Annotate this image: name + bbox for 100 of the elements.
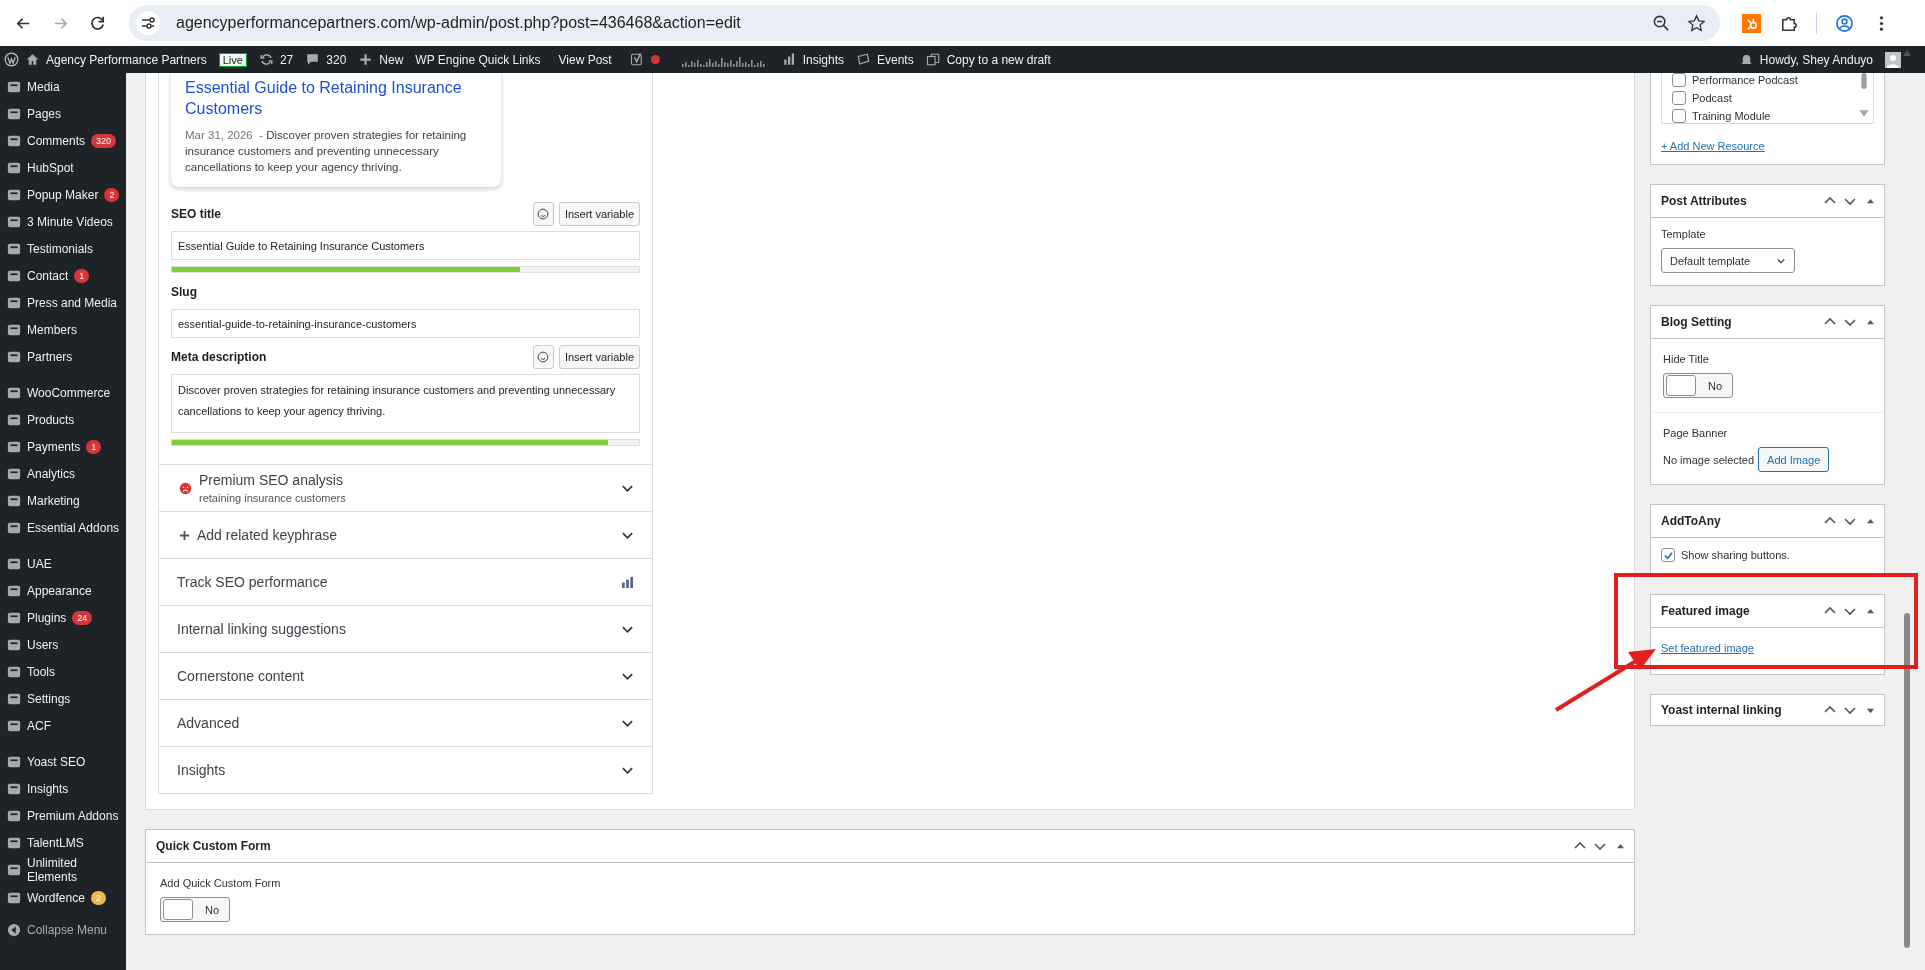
insights-link[interactable]: Insights <box>802 52 844 67</box>
wordpress-logo-icon[interactable] <box>4 52 19 67</box>
sidebar-item[interactable]: ACF <box>0 712 126 739</box>
smiley-icon <box>537 208 550 220</box>
field-label: Template <box>1661 228 1706 240</box>
home-icon <box>25 52 40 67</box>
star-icon[interactable] <box>1687 13 1706 33</box>
sidebar-item[interactable]: WooCommerce <box>0 379 126 406</box>
template-dropdown[interactable]: Default template <box>1661 248 1795 273</box>
sidebar-item[interactable]: Marketing <box>0 487 126 514</box>
preview-title[interactable]: Essential Guide to Retaining Insurance Customers <box>185 77 487 119</box>
plus-icon <box>358 52 374 67</box>
sidebar-item[interactable]: TalentLMS <box>0 829 126 856</box>
sidebar-item[interactable]: UAE <box>0 550 126 577</box>
meta-description-field[interactable]: Discover proven strategies for retaining insurance customers and preventing unnecessary cancellations to keep your agency thriving. <box>171 374 640 433</box>
collapse-icon <box>7 922 21 937</box>
hubspot-extension-icon[interactable] <box>1742 13 1761 33</box>
checkbox[interactable] <box>1661 548 1675 562</box>
menu-item-icon <box>7 493 21 508</box>
sidebar-item[interactable]: Popup Maker 2 <box>0 181 126 208</box>
field-label: Slug <box>171 285 197 299</box>
collapse-toggle-icon[interactable] <box>1867 706 1874 714</box>
admin-bar-link[interactable]: WP Engine Quick Links <box>415 52 541 67</box>
collapsible-section[interactable]: Track SEO performance <box>159 558 652 605</box>
emoji-button[interactable] <box>532 345 554 369</box>
events-link[interactable]: Events <box>877 52 914 67</box>
zoom-out-icon[interactable] <box>1652 13 1671 33</box>
new-link[interactable]: New <box>379 52 404 67</box>
plus-icon <box>179 529 190 541</box>
collapsible-section[interactable]: Advanced <box>159 699 652 746</box>
site-name-link[interactable]: Agency Performance Partners <box>46 52 207 67</box>
toggle-switch[interactable]: No <box>1663 373 1734 398</box>
sidebar-item[interactable]: Settings <box>0 685 126 712</box>
copy-draft-link[interactable]: Copy to a new draft <box>946 52 1051 67</box>
sidebar-item[interactable]: Wordfence 2 <box>0 884 126 911</box>
sad-face-icon <box>179 481 192 495</box>
sidebar-item[interactable]: Partners <box>0 343 126 370</box>
add-image-button[interactable]: Add Image <box>1758 447 1830 472</box>
avatar-icon[interactable] <box>1885 51 1901 68</box>
sidebar-item[interactable]: Comments 320 <box>0 127 126 154</box>
collapse-toggle-icon[interactable] <box>1867 318 1874 326</box>
collapse-toggle-icon[interactable] <box>1867 517 1874 525</box>
collapsible-section[interactable]: Add related keyphrase <box>159 511 652 558</box>
collapse-toggle-icon[interactable] <box>1867 197 1874 205</box>
toggle-switch[interactable]: No <box>160 897 231 922</box>
checkbox[interactable] <box>1672 91 1686 105</box>
sidebar-item[interactable]: Contact 1 <box>0 262 126 289</box>
sidebar-item[interactable]: Appearance <box>0 577 126 604</box>
insert-variable-button[interactable]: Insert variable <box>558 345 640 369</box>
sidebar-item[interactable]: Premium Addons <box>0 802 126 829</box>
sidebar-item[interactable]: Yoast SEO <box>0 748 126 775</box>
sidebar-item[interactable]: Media <box>0 73 126 100</box>
sidebar-item[interactable]: Members <box>0 316 126 343</box>
checkbox-label: Show sharing buttons. <box>1681 549 1790 561</box>
add-new-resource-link[interactable]: + Add New Resource <box>1661 140 1765 152</box>
menu-item-icon <box>7 754 21 769</box>
checkbox-label: Performance Podcast <box>1692 74 1798 86</box>
address-bar[interactable]: agencyperformancepartners.com/wp-admin/post.php?post=436468&action=edit <box>129 5 1720 41</box>
preview-description: Mar 31, 2026 - Discover proven strategies for retaining insurance customers and preventing unnecessary cancellations to keep your agency thriving. <box>185 128 468 175</box>
field-label: SEO title <box>171 207 221 221</box>
copy-icon <box>925 52 941 67</box>
greeting-link[interactable]: Howdy, Shey Anduyo <box>1759 52 1873 67</box>
text-field[interactable]: Essential Guide to Retaining Insurance Customers <box>171 231 640 260</box>
insert-variable-button[interactable]: Insert variable <box>558 202 640 226</box>
text-field[interactable]: essential-guide-to-retaining-insurance-customers <box>171 309 640 338</box>
sidebar-item[interactable]: Payments 1 <box>0 433 126 460</box>
set-featured-image-link[interactable]: Set featured image <box>1661 642 1754 654</box>
sidebar-item[interactable]: Testimonials <box>0 235 126 262</box>
sidebar-item[interactable]: Products <box>0 406 126 433</box>
profile-icon[interactable] <box>1835 13 1854 33</box>
menu-item-icon <box>7 520 21 535</box>
admin-bar-link[interactable]: View Post <box>558 52 612 67</box>
collapse-toggle-icon[interactable] <box>1867 607 1874 615</box>
collapse-toggle-icon[interactable] <box>1617 842 1624 850</box>
collapse-menu-button[interactable]: Collapse Menu <box>0 916 126 943</box>
sidebar-item[interactable]: Analytics <box>0 460 126 487</box>
sidebar-item[interactable]: Tools <box>0 658 126 685</box>
collapsible-section[interactable]: Cornerstone content <box>159 652 652 699</box>
comments-count[interactable]: 320 <box>326 52 347 67</box>
emoji-button[interactable] <box>532 202 554 226</box>
sidebar-item[interactable]: Unlimited Elements <box>0 856 126 884</box>
site-settings-icon[interactable] <box>136 11 160 35</box>
sidebar-item[interactable]: 3 Minute Videos <box>0 208 126 235</box>
sidebar-item[interactable]: Pages <box>0 100 126 127</box>
menu-item-icon <box>7 835 21 850</box>
sidebar-item[interactable]: Users <box>0 631 126 658</box>
collapsible-section[interactable]: Premium SEO analysis retaining insurance customers <box>159 464 652 511</box>
menu-item-icon <box>7 322 21 337</box>
collapsible-section[interactable]: Insights <box>159 746 652 793</box>
checkbox[interactable] <box>1672 109 1686 123</box>
sidebar-item[interactable]: Essential Addons <box>0 514 126 541</box>
menu-item-icon <box>7 781 21 796</box>
sidebar-item[interactable]: Press and Media <box>0 289 126 316</box>
collapsible-section[interactable]: Internal linking suggestions <box>159 605 652 652</box>
updates-count[interactable]: 27 <box>279 52 294 67</box>
sidebar-item[interactable]: Insights <box>0 775 126 802</box>
sidebar-item[interactable]: HubSpot <box>0 154 126 181</box>
sidebar-item[interactable]: Plugins 24 <box>0 604 126 631</box>
checkbox[interactable] <box>1672 73 1686 87</box>
yoast-icon[interactable] <box>629 52 645 67</box>
